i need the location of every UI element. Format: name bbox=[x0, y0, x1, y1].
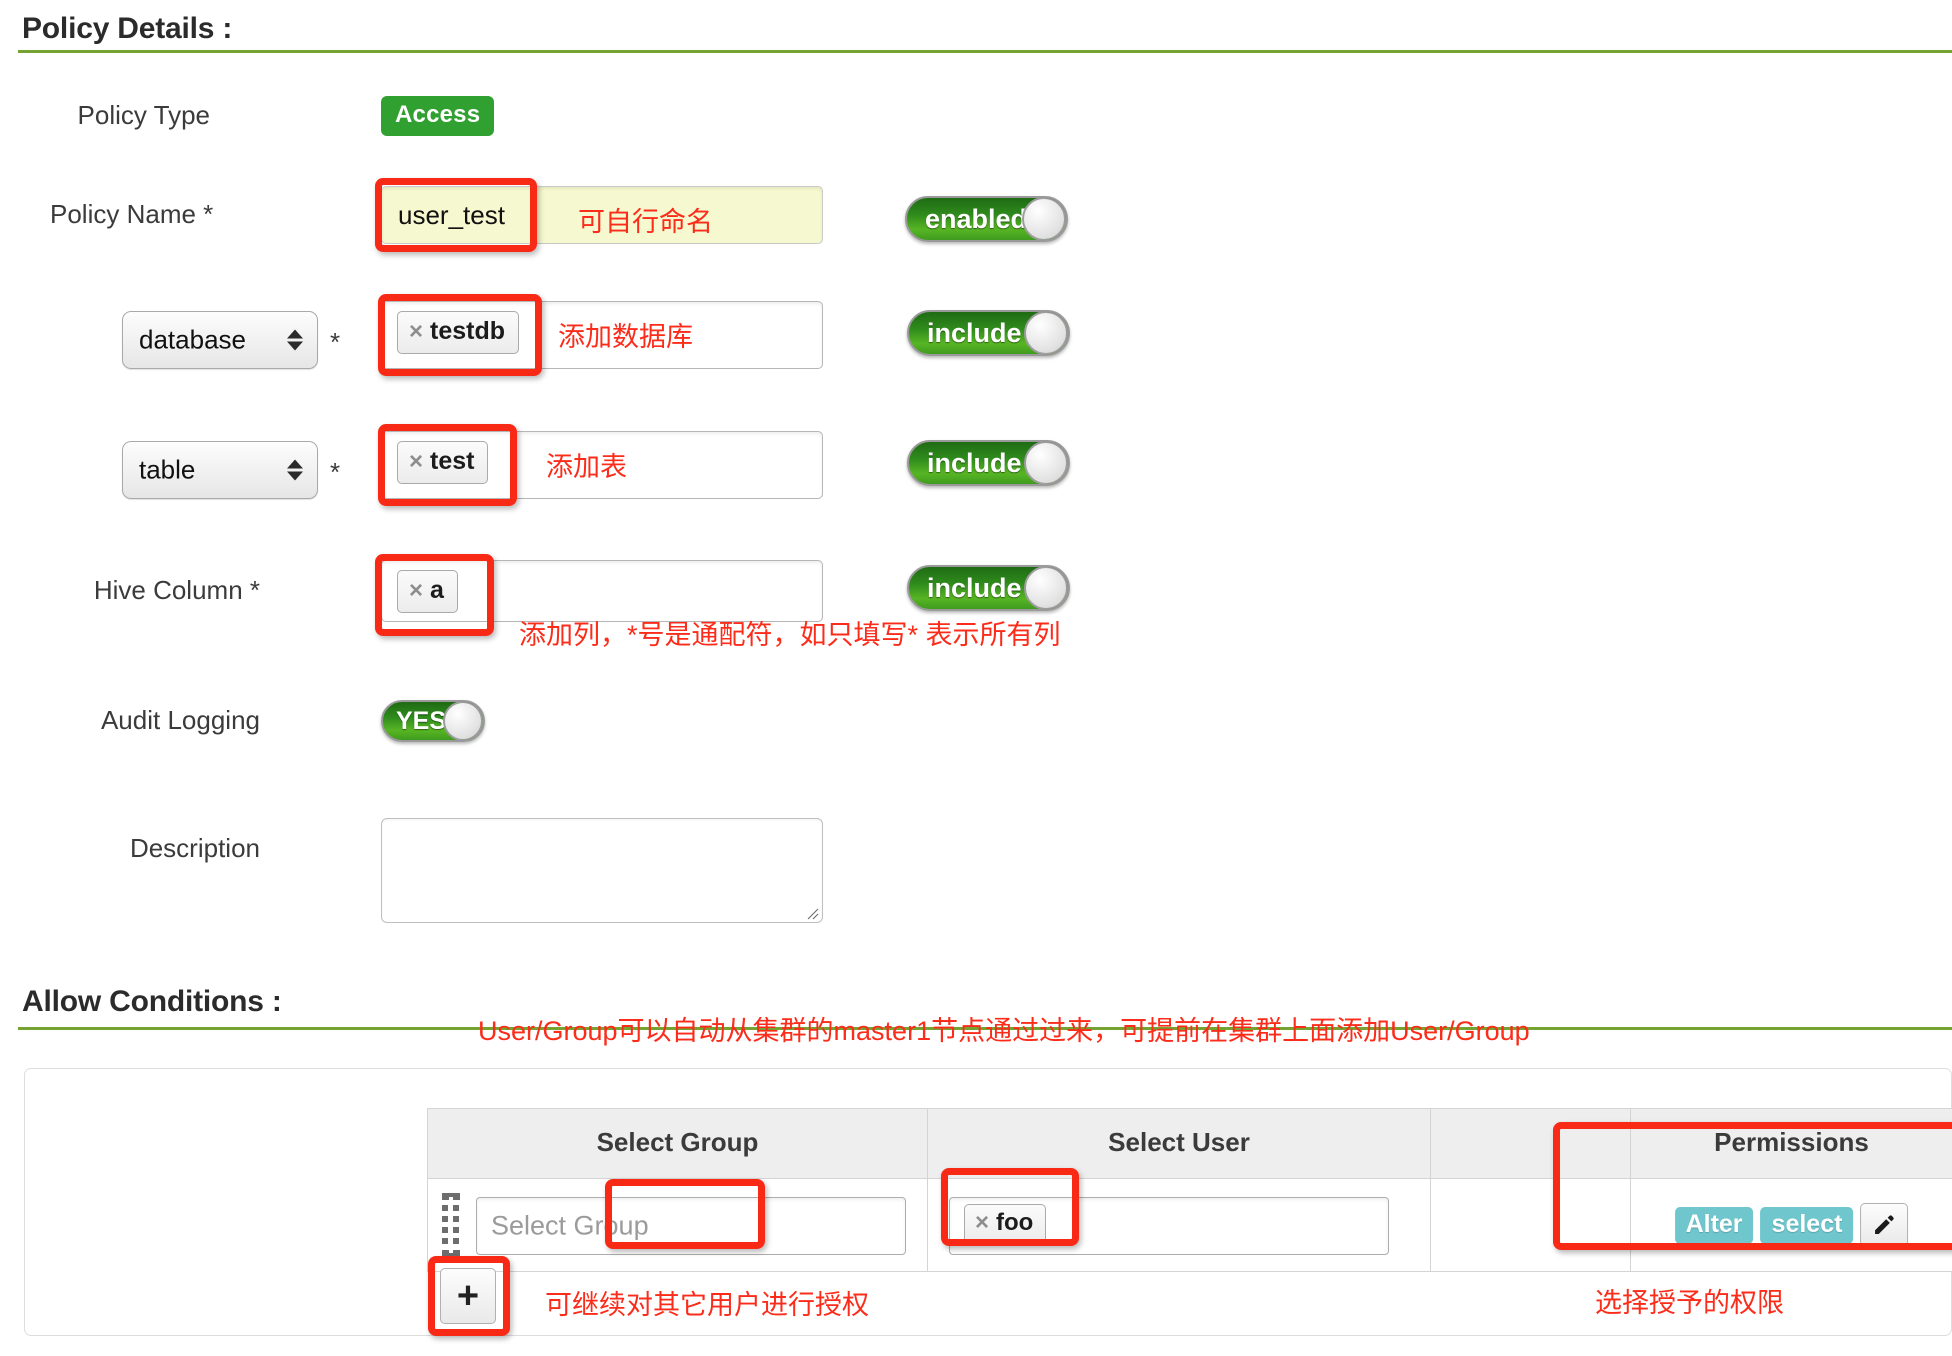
column-header-select-user: Select User bbox=[927, 1108, 1431, 1179]
database-include-toggle-label: include bbox=[927, 317, 1022, 348]
cell-select-user: × foo bbox=[927, 1178, 1431, 1272]
permission-chip-select[interactable]: select bbox=[1760, 1206, 1854, 1244]
table-header-row: Select Group Select User Permissions bbox=[427, 1108, 1952, 1179]
database-chip-remove-icon[interactable]: × bbox=[409, 318, 423, 345]
database-chip-label: testdb bbox=[430, 317, 506, 345]
edit-permissions-button[interactable] bbox=[1860, 1203, 1909, 1247]
add-condition-annotation: 可继续对其它用户进行授权 bbox=[545, 1290, 869, 1320]
select-user-chip-remove-icon[interactable]: × bbox=[975, 1209, 989, 1236]
hive-column-chip-label: a bbox=[430, 576, 444, 604]
spinner-arrows-icon bbox=[287, 329, 303, 351]
database-include-toggle[interactable]: include bbox=[907, 310, 1070, 356]
table-chip-label: test bbox=[430, 447, 475, 475]
spinner-arrows-icon bbox=[287, 459, 303, 481]
description-label: Description bbox=[129, 833, 260, 863]
column-header-permissions: Permissions bbox=[1630, 1108, 1952, 1179]
hive-column-include-toggle-label: include bbox=[927, 572, 1022, 603]
database-annotation: 添加数据库 bbox=[558, 322, 693, 352]
column-header-spacer bbox=[1430, 1108, 1631, 1179]
toggle-knob bbox=[1022, 198, 1066, 240]
toggle-knob bbox=[1024, 442, 1068, 484]
policy-type-label: Policy Type bbox=[77, 100, 210, 130]
policy-enabled-toggle-label: enabled bbox=[925, 203, 1028, 234]
resource-type-select-database-value: database bbox=[139, 324, 246, 355]
toggle-knob bbox=[1024, 312, 1068, 354]
table-required-mark: * bbox=[330, 457, 341, 487]
policy-name-label: Policy Name * bbox=[50, 199, 214, 229]
audit-logging-toggle-label: YES bbox=[396, 706, 447, 735]
drag-handle-icon[interactable] bbox=[442, 1193, 460, 1257]
hive-column-include-toggle[interactable]: include bbox=[907, 565, 1070, 611]
allow-conditions-heading: Allow Conditions : bbox=[22, 985, 282, 1018]
permission-chip-alter[interactable]: Alter bbox=[1674, 1206, 1754, 1244]
resource-type-select-database[interactable]: database bbox=[122, 311, 318, 369]
select-user-chip[interactable]: × foo bbox=[964, 1204, 1047, 1244]
column-header-select-group: Select Group bbox=[427, 1108, 928, 1179]
permissions-list: Alter select bbox=[1674, 1203, 1909, 1247]
audit-logging-toggle[interactable]: YES bbox=[381, 700, 485, 742]
table-row: Select Group × foo Alter select bbox=[427, 1178, 1952, 1272]
table-include-toggle[interactable]: include bbox=[907, 440, 1070, 486]
database-required-mark: * bbox=[330, 327, 341, 357]
hive-column-chip-remove-icon[interactable]: × bbox=[409, 577, 423, 604]
cell-spacer bbox=[1430, 1178, 1631, 1272]
select-user-chip-label: foo bbox=[996, 1209, 1034, 1236]
policy-name-annotation: 可自行命名 bbox=[578, 207, 713, 237]
cell-select-group: Select Group bbox=[427, 1178, 928, 1272]
resource-type-select-table-value: table bbox=[139, 454, 196, 485]
policy-details-heading: Policy Details : bbox=[22, 12, 233, 45]
table-annotation: 添加表 bbox=[546, 452, 627, 482]
policy-enabled-toggle[interactable]: enabled bbox=[905, 196, 1068, 242]
toggle-knob bbox=[443, 702, 483, 740]
select-group-placeholder: Select Group bbox=[491, 1210, 649, 1241]
table-include-toggle-label: include bbox=[927, 447, 1022, 478]
resize-grip-icon bbox=[807, 908, 819, 920]
toggle-knob bbox=[1024, 567, 1068, 609]
hive-column-label: Hive Column * bbox=[93, 575, 260, 605]
allow-conditions-table: Select Group Select User Permissions Sel… bbox=[427, 1108, 1952, 1272]
audit-logging-label: Audit Logging bbox=[100, 705, 260, 735]
database-chip[interactable]: × testdb bbox=[397, 311, 520, 354]
cell-permissions: Alter select bbox=[1630, 1178, 1952, 1272]
pencil-icon bbox=[1875, 1215, 1895, 1234]
select-group-input[interactable]: Select Group bbox=[476, 1197, 906, 1255]
policy-type-badge: Access bbox=[381, 96, 495, 136]
table-chip-remove-icon[interactable]: × bbox=[409, 448, 423, 475]
allow-conditions-annotation: User/Group可以自动从集群的master1节点通过过来，可提前在集群上面… bbox=[478, 1016, 1530, 1046]
policy-details-divider bbox=[18, 50, 1952, 53]
table-chip[interactable]: × test bbox=[397, 441, 489, 484]
policy-name-value: user_test bbox=[398, 200, 505, 230]
permissions-annotation: 选择授予的权限 bbox=[1595, 1288, 1784, 1318]
description-textarea[interactable] bbox=[381, 818, 823, 923]
hive-column-annotation: 添加列，*号是通配符，如只填写* 表示所有列 bbox=[519, 620, 1061, 650]
hive-column-chip[interactable]: × a bbox=[397, 570, 458, 613]
resource-type-select-table[interactable]: table bbox=[122, 441, 318, 499]
add-condition-button[interactable]: + bbox=[440, 1268, 496, 1324]
